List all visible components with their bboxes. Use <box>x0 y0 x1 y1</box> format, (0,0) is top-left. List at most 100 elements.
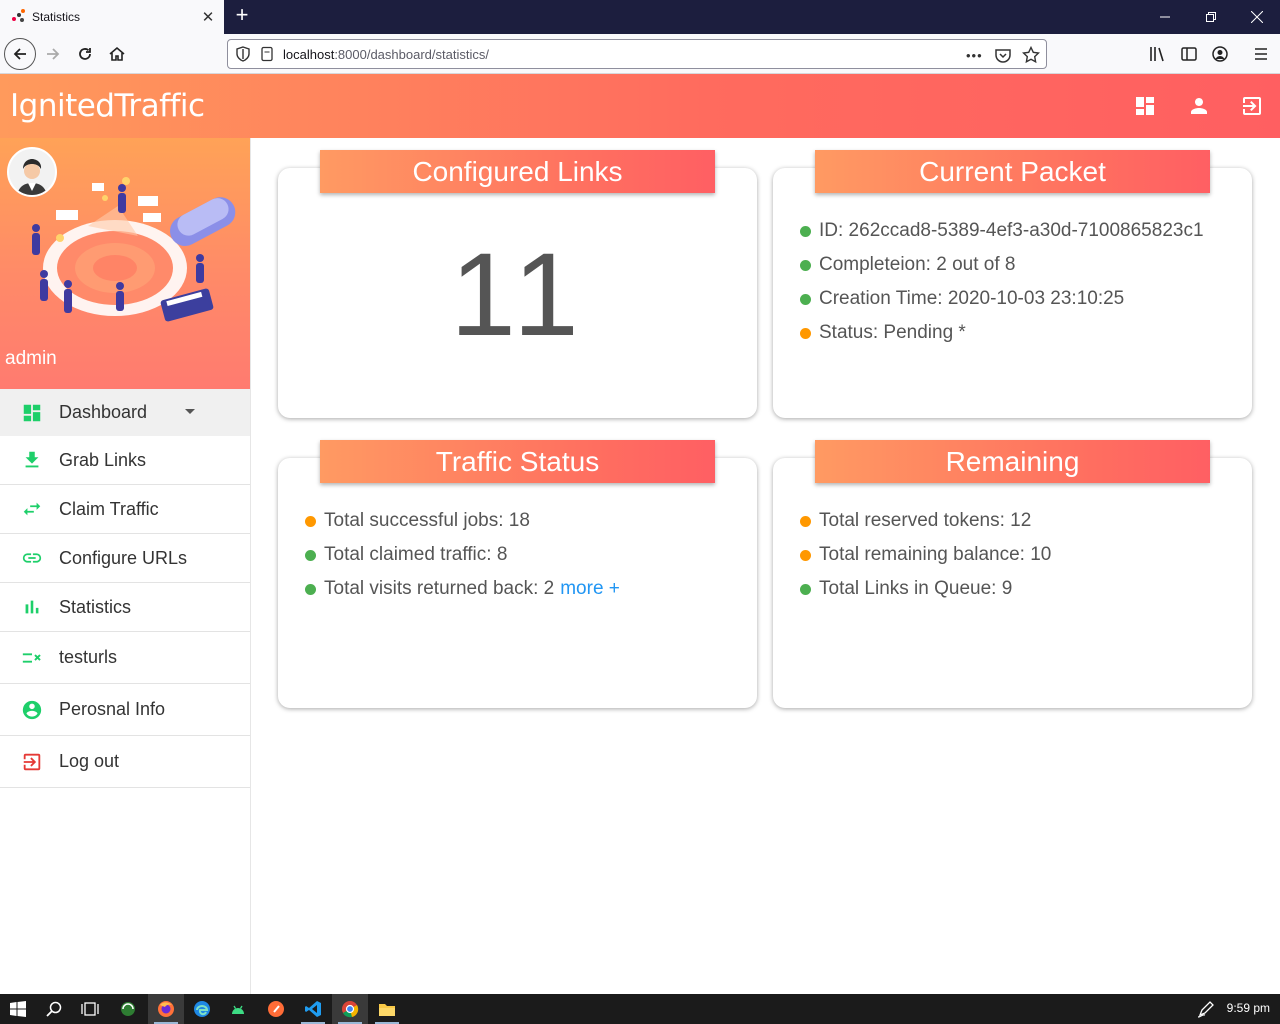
reload-button[interactable] <box>70 39 100 69</box>
list-item: Total reserved tokens: 12 <box>800 504 1051 538</box>
sidebar-item-label: Log out <box>59 751 120 771</box>
postman-icon[interactable] <box>258 994 294 1024</box>
traffic-status-card: Traffic Status Total successful jobs: 18… <box>278 440 757 708</box>
status-dot <box>800 327 811 339</box>
taskbar-clock[interactable]: 9:59 pm <box>1227 1001 1270 1015</box>
xbox-app-icon[interactable] <box>110 994 146 1024</box>
sidebar-item-logout[interactable]: Log out <box>0 736 250 788</box>
packet-details-list: ID: 262ccad8-5389-4ef3-a30d-7100865823c1… <box>800 214 1204 350</box>
new-tab-icon[interactable]: + <box>230 4 254 28</box>
sidebar-item-label: testurls <box>59 647 118 667</box>
list-item: Status: Pending * <box>800 316 1204 350</box>
status-dot <box>800 515 811 527</box>
library-button[interactable] <box>1142 39 1172 69</box>
list-item: Completeion: 2 out of 8 <box>800 248 1204 282</box>
sidebar-item-grab-links[interactable]: Grab Links <box>0 436 250 485</box>
more-link[interactable]: more + <box>560 578 620 600</box>
list-item: ID: 262ccad8-5389-4ef3-a30d-7100865823c1 <box>800 214 1204 248</box>
remaining-card: Remaining Total reserved tokens: 12 Tota… <box>773 440 1252 708</box>
status-dot <box>800 259 811 271</box>
card-title: Remaining <box>815 440 1210 483</box>
sidebar-item-testurls[interactable]: testurls <box>0 632 250 684</box>
list-item: Total remaining balance: 10 <box>800 538 1051 572</box>
android-studio-icon[interactable] <box>220 994 256 1024</box>
file-explorer-icon[interactable] <box>369 994 405 1024</box>
profile-panel: admin <box>0 138 250 389</box>
sidebar-toggle-button[interactable] <box>1174 39 1204 69</box>
forward-button[interactable] <box>38 39 68 69</box>
site-favicon-icon <box>10 9 26 25</box>
browser-tab[interactable]: Statistics ✕ <box>0 0 224 34</box>
chevron-down-icon[interactable] <box>185 409 195 414</box>
sidebar-item-label: Dashboard <box>59 402 148 422</box>
back-button[interactable] <box>4 38 36 70</box>
chrome-icon[interactable] <box>332 994 368 1024</box>
taskbar: 9:59 pm <box>0 994 1280 1024</box>
vscode-icon[interactable] <box>295 994 331 1024</box>
home-icon <box>109 46 125 61</box>
sidebar-item-personal-info[interactable]: Perosnal Info <box>0 684 250 736</box>
url-bar[interactable]: localhost:8000/dashboard/statistics/ ••• <box>227 39 1047 69</box>
task-view-icon[interactable] <box>72 994 108 1024</box>
sidebar-item-label: Claim Traffic <box>59 498 159 519</box>
logout-icon[interactable] <box>1240 94 1264 118</box>
user-icon[interactable] <box>1187 94 1211 118</box>
dashboard-icon[interactable] <box>1133 94 1157 118</box>
status-dot <box>800 225 811 237</box>
restore-icon[interactable] <box>1188 0 1234 34</box>
tab-title: Statistics <box>32 10 81 24</box>
pen-workspace-icon[interactable] <box>1188 994 1224 1024</box>
configured-links-card: Configured Links 11 <box>278 150 757 418</box>
rule-icon <box>20 646 44 670</box>
shield-icon[interactable] <box>235 46 251 62</box>
account-icon <box>1212 46 1228 62</box>
tab-close-icon[interactable]: ✕ <box>198 8 218 26</box>
card-title: Traffic Status <box>320 440 715 483</box>
list-item: Total successful jobs: 18 <box>305 504 620 538</box>
avatar-icon <box>9 149 55 195</box>
sidebar-item-dashboard[interactable]: Dashboard <box>0 389 250 436</box>
list-item: Total Links in Queue: 9 <box>800 572 1051 606</box>
status-dot <box>800 293 811 305</box>
list-item: Creation Time: 2020-10-03 23:10:25 <box>800 282 1204 316</box>
status-dot <box>305 549 316 561</box>
sidebar-item-claim-traffic[interactable]: Claim Traffic <box>0 485 250 534</box>
status-dot <box>305 515 316 527</box>
firefox-icon[interactable] <box>148 994 184 1024</box>
pocket-icon[interactable] <box>994 46 1012 64</box>
url-text: localhost:8000/dashboard/statistics/ <box>283 46 489 62</box>
menu-button[interactable] <box>1246 39 1276 69</box>
page-info-icon[interactable] <box>259 46 275 62</box>
app-header: IgnitedTraffic <box>0 74 1280 138</box>
page-actions-icon[interactable]: ••• <box>966 48 983 63</box>
sidebar-item-label: Configure URLs <box>59 547 188 568</box>
list-item: Total claimed traffic: 8 <box>305 538 620 572</box>
avatar[interactable] <box>7 147 57 197</box>
user-name: admin <box>5 348 57 369</box>
bar-chart-icon <box>20 595 44 619</box>
account-button[interactable] <box>1205 39 1235 69</box>
status-dot <box>800 549 811 561</box>
sidebar-item-configure-urls[interactable]: Configure URLs <box>0 534 250 583</box>
account-circle-icon <box>20 698 44 722</box>
remaining-list: Total reserved tokens: 12 Total remainin… <box>800 504 1051 606</box>
brand-logo[interactable]: IgnitedTraffic <box>10 88 205 124</box>
traffic-status-list: Total successful jobs: 18 Total claimed … <box>305 504 620 606</box>
sidebar-item-label: Perosnal Info <box>59 699 166 719</box>
dashboard-icon <box>20 401 44 425</box>
search-icon[interactable] <box>36 994 72 1024</box>
windows-start-icon[interactable] <box>0 994 36 1024</box>
home-button[interactable] <box>102 39 132 69</box>
sidebar-icon <box>1181 47 1197 61</box>
card-title: Configured Links <box>320 150 715 193</box>
sidebar-item-label: Statistics <box>59 596 132 617</box>
sidebar-item-statistics[interactable]: Statistics <box>0 583 250 632</box>
minimize-icon[interactable] <box>1142 0 1188 34</box>
sidebar-item-label: Grab Links <box>59 449 147 470</box>
close-window-icon[interactable] <box>1234 0 1280 34</box>
back-arrow-icon <box>13 48 26 60</box>
sidebar: admin Dashboard Grab Links Claim Traffic <box>0 138 251 994</box>
edge-icon[interactable] <box>184 994 220 1024</box>
hamburger-icon <box>1255 48 1267 60</box>
bookmark-star-icon[interactable] <box>1022 46 1040 64</box>
